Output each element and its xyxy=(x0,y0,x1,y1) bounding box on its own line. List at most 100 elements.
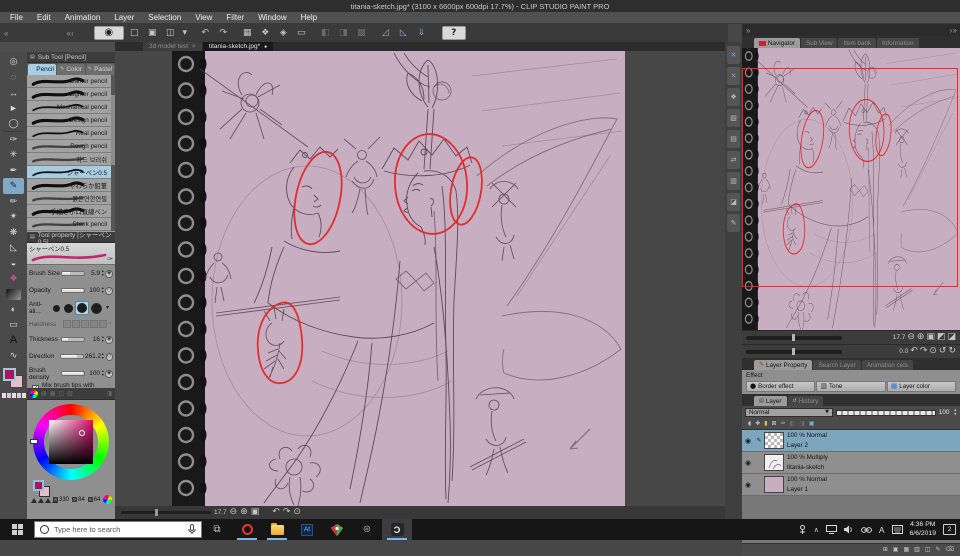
thickness-slider[interactable] xyxy=(61,337,85,342)
pen-tool[interactable]: ✒ xyxy=(3,163,24,179)
invert-selection-icon[interactable]: ❖ xyxy=(258,27,273,40)
brush-item[interactable]: Lighter pencil xyxy=(27,88,115,101)
canvas-zoom-slider[interactable] xyxy=(121,511,211,514)
subtool-tab-pastel[interactable]: ✎Pastel xyxy=(86,64,114,75)
network-icon[interactable] xyxy=(826,525,837,534)
panel-menu-icon[interactable]: ▤ xyxy=(30,235,35,240)
transfer-layer-icon[interactable]: ▦ xyxy=(903,547,909,553)
snap-ruler-icon[interactable]: ◿ xyxy=(378,27,393,40)
color-set-tab-icon[interactable]: ▦ xyxy=(50,391,56,397)
direction-dynamics-icon[interactable]: ◇ xyxy=(106,353,113,361)
brush-item[interactable]: Mechanical pencil xyxy=(27,101,115,114)
brush-item[interactable]: 하드 브러쉬 xyxy=(27,153,115,166)
brush-item[interactable]: Design pencil xyxy=(27,114,115,127)
navigator-view-rectangle[interactable] xyxy=(742,68,958,287)
tab-sub-view[interactable]: Sub View xyxy=(801,38,838,48)
opera-app-icon[interactable] xyxy=(232,519,262,540)
fit-to-screen-icon[interactable]: ▣ xyxy=(251,508,260,517)
subtool-panel-header[interactable]: ▤ Sub Tool [Pencil] xyxy=(27,52,115,63)
collapse-right-icon[interactable]: » xyxy=(746,26,749,35)
brush-density-slider[interactable] xyxy=(61,371,85,376)
aa-medium-option-selected[interactable] xyxy=(75,301,89,315)
nav-rotate-cw-icon[interactable]: ↻ xyxy=(948,347,956,356)
tab-animation-cels[interactable]: Animation cels xyxy=(862,360,913,370)
aa-none-option[interactable] xyxy=(53,305,60,312)
brush-density-value[interactable]: 100 xyxy=(86,370,100,377)
brush-size-stepper[interactable]: ▲▼ xyxy=(101,270,104,277)
shield-app-icon[interactable] xyxy=(322,519,352,540)
brush-size-value[interactable]: 5.9 xyxy=(86,270,100,277)
layer-pin-icon[interactable]: ✚ xyxy=(755,421,760,427)
tab-close-icon[interactable]: × xyxy=(192,43,196,50)
material-download-icon[interactable]: ✎ xyxy=(727,214,740,232)
layer-highlight-icon[interactable]: ▮ xyxy=(764,421,767,427)
brush-item-selected[interactable]: シャーペン0.5 xyxy=(27,166,115,179)
nav-flip-vertical-icon[interactable]: ◪ xyxy=(947,333,956,342)
thickness-value[interactable]: 16 xyxy=(86,336,100,343)
frame-border-tool[interactable]: ▭ xyxy=(3,317,24,333)
layer-opacity-stepper[interactable]: ▲▼ xyxy=(954,409,957,416)
layer-row-layer1[interactable]: ◉ 100 % Normal Layer 1 xyxy=(742,474,960,496)
save-dropdown-icon[interactable]: ▾ xyxy=(181,27,189,40)
select-area-icon[interactable]: ▭ xyxy=(294,27,309,40)
saturation-value[interactable]: 84 xyxy=(72,497,85,503)
value-value[interactable]: 64 xyxy=(88,497,101,503)
expand-right-icon[interactable]: › » xyxy=(950,26,956,35)
material-image-icon[interactable]: ▨ xyxy=(727,109,740,127)
pencil-tool[interactable]: ✎ xyxy=(3,178,24,194)
figure-tool[interactable]: ❖ xyxy=(3,271,24,287)
opacity-dynamics-icon[interactable]: ○ xyxy=(105,287,113,295)
text-tool[interactable]: A xyxy=(3,333,24,349)
material-pose-icon[interactable]: ⇄ xyxy=(727,151,740,169)
tab-information[interactable]: Information xyxy=(877,38,919,48)
color-wheel-tab-icon[interactable] xyxy=(30,390,38,398)
eyedropper-icon[interactable]: ✑ xyxy=(107,256,113,263)
new-file-icon[interactable]: □ xyxy=(127,27,142,40)
nav-rotate-ccw-icon[interactable]: ↺ xyxy=(939,347,947,356)
layer-thumbnail[interactable] xyxy=(764,454,784,471)
tool-property-header[interactable]: ▤ Tool property [シャーペン0.5] xyxy=(27,232,115,243)
brush-item[interactable]: Darker pencil xyxy=(27,75,115,88)
ime-keyboard-icon[interactable] xyxy=(892,525,903,534)
camera-app-icon[interactable]: ⊛ xyxy=(352,519,382,540)
foreground-color-swatch[interactable] xyxy=(3,368,16,381)
open-file-icon[interactable]: ▣ xyxy=(145,27,160,40)
saturation-value-square[interactable] xyxy=(49,420,93,464)
undo-icon[interactable]: ↶ xyxy=(198,27,213,40)
tab-titania-sketch[interactable]: titania-sketch.jpg* ● xyxy=(203,42,273,51)
color-history-tab-icon[interactable]: ◨ xyxy=(106,391,112,397)
layer-visibility-icon[interactable]: ◉ xyxy=(742,481,754,489)
layer-color-button[interactable]: ▦Layer color xyxy=(887,381,956,392)
layer-new-select-icon[interactable]: ◖ xyxy=(748,421,751,427)
language-indicator[interactable]: A xyxy=(879,525,885,535)
auto-select-tool[interactable]: ✳ xyxy=(3,147,24,163)
menu-window[interactable]: Window xyxy=(258,13,286,22)
thickness-stepper[interactable]: ▲▼ xyxy=(101,336,104,343)
visibility-toggle-button[interactable]: ◉ xyxy=(94,26,124,40)
notification-center-icon[interactable]: 2 xyxy=(943,524,956,535)
blend-tool[interactable]: ◒ xyxy=(3,256,24,272)
opacity-stepper[interactable]: ▲▼ xyxy=(101,287,104,294)
menu-file[interactable]: File xyxy=(10,13,23,22)
aa-weak-option[interactable] xyxy=(64,304,73,313)
canvas-viewport[interactable] xyxy=(115,51,725,506)
airbrush-tool[interactable]: ✴ xyxy=(3,209,24,225)
tab-3d-model-test[interactable]: 3d model test × xyxy=(143,42,202,51)
redo-icon[interactable]: ↷ xyxy=(216,27,231,40)
aa-dropdown-icon[interactable]: ▾ xyxy=(106,305,109,311)
sv-marker[interactable] xyxy=(79,430,85,436)
menu-edit[interactable]: Edit xyxy=(37,13,51,22)
direction-value[interactable]: 261.2 xyxy=(85,353,100,360)
menu-filter[interactable]: Filter xyxy=(226,13,244,22)
hue-marker[interactable] xyxy=(30,439,38,444)
taskbar-search[interactable]: Type here to search xyxy=(34,521,202,538)
brush-item[interactable]: Real pencil xyxy=(27,127,115,140)
layer-row-layer2[interactable]: ◉ ✎ 100 % Normal Layer 2 xyxy=(742,430,960,452)
layer-name[interactable]: titania-sketch xyxy=(787,463,828,472)
pen-status-icon[interactable] xyxy=(798,525,807,535)
correct-line-tool[interactable]: ∿ xyxy=(3,348,24,364)
new-folder-icon[interactable]: ▣ xyxy=(893,547,899,553)
layer-visibility-icon[interactable]: ◉ xyxy=(742,437,754,445)
eyedropper-tool[interactable]: ✑ xyxy=(3,132,24,148)
layer-name[interactable]: Layer 1 xyxy=(787,485,827,494)
